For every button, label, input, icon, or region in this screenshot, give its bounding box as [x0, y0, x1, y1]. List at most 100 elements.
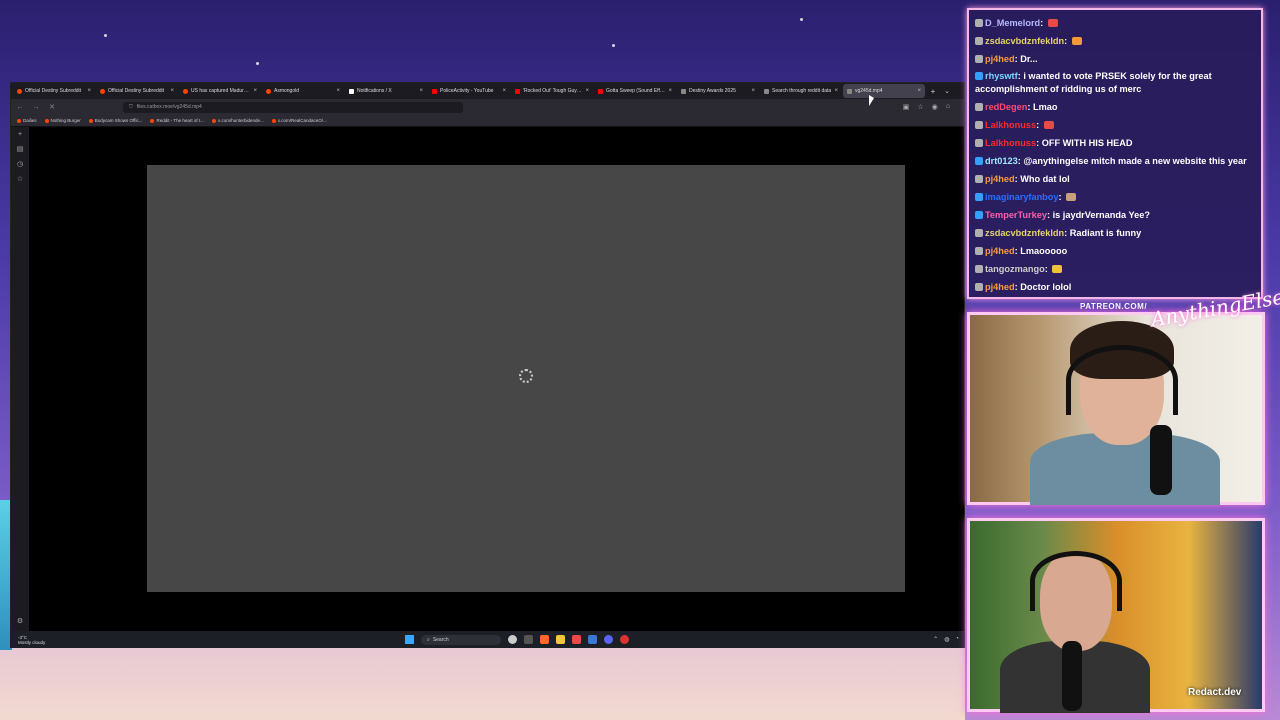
chat-username[interactable]: imaginaryfanboy	[985, 192, 1059, 202]
browser-tab[interactable]: Gotta Sweep (Sound Effect) ×	[594, 84, 676, 98]
tab-close-icon[interactable]: ×	[834, 88, 838, 94]
file-explorer-icon[interactable]	[556, 635, 565, 644]
chat-username[interactable]: zsdacvbdznfekldn	[985, 228, 1064, 238]
tab-close-icon[interactable]: ×	[917, 88, 921, 94]
forward-icon[interactable]: →	[31, 104, 41, 111]
reload-icon[interactable]: ✕	[47, 103, 57, 111]
video-player[interactable]	[147, 165, 905, 592]
tray-chevron-icon[interactable]: ⌃	[933, 636, 938, 643]
shield-toolbar-icon[interactable]: ◉	[932, 103, 938, 111]
bookmark-star-icon[interactable]: ☆	[917, 103, 923, 111]
chat-username[interactable]: Lalkhonuss	[985, 138, 1036, 148]
chat-username[interactable]: drt0123	[985, 156, 1018, 166]
browser-tab[interactable]: 'Rocked Out' Tough Guy Fac ×	[511, 84, 593, 98]
chat-username[interactable]: pj4hed	[985, 54, 1015, 64]
widgets-icon[interactable]	[508, 635, 517, 644]
chat-username[interactable]: D_Memelord	[985, 18, 1040, 28]
chat-separator: :	[1058, 192, 1065, 202]
task-view-icon[interactable]	[524, 635, 533, 644]
tab-list-chevron-icon[interactable]: ⌄	[940, 87, 954, 95]
chat-username[interactable]: TemperTurkey	[985, 210, 1047, 220]
bookmark-favicon-icon	[88, 118, 93, 123]
tab-close-icon[interactable]: ×	[751, 88, 755, 94]
star-decoration	[104, 34, 107, 37]
headset-icon	[1030, 551, 1122, 611]
chat-username[interactable]: pj4hed	[985, 174, 1015, 184]
steam-taskbar-icon[interactable]	[588, 635, 597, 644]
weather-desc: Mostly cloudy	[18, 639, 46, 645]
redact-label: Redact.dev	[1188, 687, 1242, 698]
chat-username[interactable]: zsdacvbdznfekldn	[985, 36, 1064, 46]
chat-badge-icon	[975, 229, 983, 237]
discord-taskbar-icon[interactable]	[604, 635, 613, 644]
chat-username[interactable]: Lalkhonuss	[985, 120, 1036, 130]
tab-close-icon[interactable]: ×	[87, 88, 91, 94]
bookmark-item[interactable]: Dailies	[17, 118, 37, 123]
star-decoration	[800, 18, 803, 21]
chat-text: Who dat lol	[1020, 174, 1070, 184]
browser-tab[interactable]: Official Destiny Subreddit ×	[96, 84, 178, 98]
reddit-icon	[100, 88, 105, 94]
chat-username[interactable]: pj4hed	[985, 246, 1015, 256]
tab-title: 'Rocked Out' Tough Guy Fac	[523, 88, 583, 94]
browser-tab[interactable]: vg245d.mp4 ×	[843, 84, 925, 98]
browser-taskbar-icon[interactable]	[540, 635, 549, 644]
tab-close-icon[interactable]: ×	[336, 88, 340, 94]
tab-close-icon[interactable]: ×	[419, 88, 423, 94]
tab-close-icon[interactable]: ×	[585, 88, 589, 94]
browser-tab[interactable]: Asmongold ×	[262, 84, 344, 98]
chat-username[interactable]: tangozmango	[985, 264, 1045, 274]
bookmark-favicon-icon	[211, 118, 216, 123]
chat-username[interactable]: rhyswtf	[985, 71, 1018, 81]
chat-message: pj4hed: Lmaooooo	[975, 242, 1255, 260]
tab-close-icon[interactable]: ×	[253, 88, 257, 94]
tab-close-icon[interactable]: ×	[502, 88, 506, 94]
browser-tab[interactable]: Search through reddit data ×	[760, 84, 842, 98]
extensions-icon[interactable]: ⌂	[946, 103, 950, 111]
chat-badge-icon	[975, 247, 983, 255]
chat-badge-icon	[975, 175, 983, 183]
tab-close-icon[interactable]: ×	[170, 88, 174, 94]
chat-badge-icon	[975, 157, 983, 165]
taskbar-search[interactable]: ⌕ Search	[421, 634, 501, 645]
start-button[interactable]	[405, 635, 414, 644]
bookmark-favicon-icon	[44, 118, 49, 123]
chat-text: Radiant is funny	[1069, 228, 1142, 238]
chat-badge-icon	[975, 19, 983, 27]
sidebar-page-icon[interactable]: ▤	[17, 145, 24, 153]
tray-network-icon[interactable]: ◔	[955, 636, 959, 643]
url-bar[interactable]: ⛉ files.catbox.moe/vg245d.mp4	[123, 101, 463, 113]
sidebar-add-icon[interactable]: +	[18, 131, 22, 138]
browser-tab[interactable]: Destiny Awards 2025 ×	[677, 84, 759, 98]
bookmark-item[interactable]: Reddit - The heart of t...	[150, 118, 204, 123]
bookmark-item[interactable]: x.com/RealCandaceO/...	[271, 118, 327, 123]
browser-tab[interactable]: Notifications / X ×	[345, 84, 427, 98]
tab-close-icon[interactable]: ×	[668, 88, 672, 94]
sidebar-history-icon[interactable]: ◷	[17, 160, 23, 168]
chat-message: pj4hed: Who dat lol	[975, 170, 1255, 188]
new-tab-icon[interactable]: +	[926, 87, 940, 96]
browser-tab[interactable]: US has captured Maduro an ×	[179, 84, 261, 98]
bookmark-item[interactable]: Bodycam Shows Offic...	[88, 118, 142, 123]
sidebar-bookmark-icon[interactable]: ☆	[17, 175, 23, 183]
bookmark-item[interactable]: x.com/hunterbidende...	[211, 118, 264, 123]
tray-app-icon[interactable]: ◍	[944, 636, 949, 643]
chat-text: Lmao	[1033, 102, 1058, 112]
chat-separator: :	[1040, 18, 1046, 28]
back-icon[interactable]: ←	[15, 104, 25, 111]
pip-icon[interactable]: ▣	[903, 103, 910, 111]
star-decoration	[612, 44, 615, 47]
browser-tab[interactable]: PoliceActivity - YouTube ×	[428, 84, 510, 98]
reddit-icon	[17, 88, 22, 94]
chat-separator: :	[1044, 264, 1051, 274]
app-taskbar-icon[interactable]	[572, 635, 581, 644]
chat-username[interactable]: pj4hed	[985, 282, 1015, 292]
youtube-icon	[515, 88, 520, 94]
chat-username[interactable]: redDegen	[985, 102, 1027, 112]
bookmark-item[interactable]: Nothing Burger	[44, 118, 81, 123]
sidebar-settings-icon[interactable]: ⚙	[17, 617, 23, 625]
chat-emote-icon	[1047, 19, 1058, 27]
weather-widget[interactable]: -3°C Mostly cloudy	[18, 635, 45, 645]
browser-tab[interactable]: Official Destiny Subreddit ×	[13, 84, 95, 98]
obs-taskbar-icon[interactable]	[620, 635, 629, 644]
